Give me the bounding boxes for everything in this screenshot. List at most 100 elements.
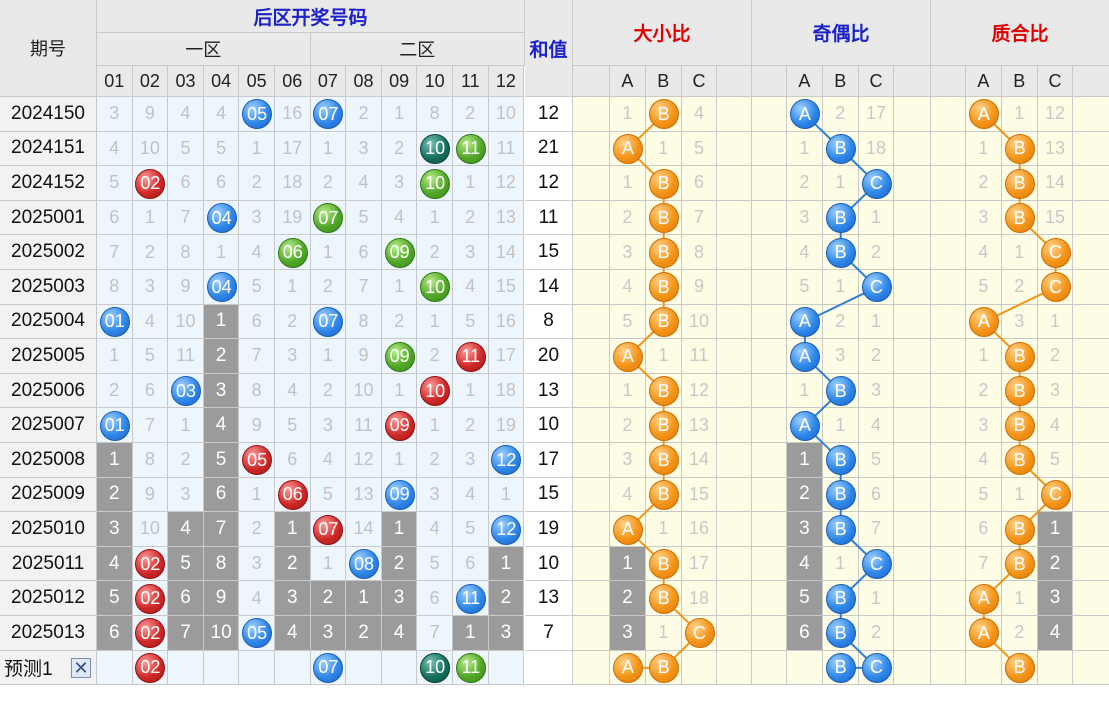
size-ratio-ball: B [648, 99, 679, 130]
number-cell: 14 [488, 235, 525, 270]
parity-filler-cell [894, 581, 931, 616]
prime-filler-cell [1073, 270, 1109, 305]
parity-value-cell: 3 [858, 373, 895, 409]
parity-ratio-ball: A [789, 306, 820, 337]
prime-gap-cell [931, 477, 966, 513]
size-prediction-cell [681, 650, 718, 686]
drawn-number-ball: 04 [206, 272, 237, 303]
number-column-header: 02 [132, 66, 169, 97]
parity-value-cell: 1 [822, 546, 859, 582]
parity-filler-cell [894, 373, 931, 409]
size-value-cell: 15 [681, 477, 718, 513]
number-cell: 5 [346, 200, 382, 236]
prime-ratio-ball: B [1004, 652, 1035, 683]
number-cell: 1 [417, 200, 453, 236]
prediction-number-cell [168, 650, 204, 686]
number-cell: 10 [132, 512, 169, 547]
sum-cell: 15 [525, 235, 573, 270]
number-column-header: 11 [453, 66, 489, 97]
size-value-cell: 1 [610, 97, 646, 132]
parity-value-cell: 1 [822, 270, 859, 305]
size-value-cell: 1 [645, 512, 682, 547]
prime-value-cell: 2 [1037, 546, 1074, 582]
parity-value-cell: 2 [822, 304, 859, 340]
size-ratio-ball: A [612, 133, 643, 164]
parity-value-cell: 1 [858, 200, 895, 236]
parity-ratio-header: 奇偶比 [752, 0, 931, 66]
prediction-number-cell [488, 650, 525, 686]
prime-gap-cell [931, 200, 966, 236]
size-gap-cell [573, 200, 610, 236]
prime-value-cell: 1 [1037, 512, 1074, 547]
prime-filler-cell [1073, 373, 1109, 409]
close-icon[interactable]: ✕ [71, 657, 91, 678]
number-cell: 7 [346, 270, 382, 305]
parity-gap-cell [752, 200, 787, 236]
prime-filler-cell [1073, 512, 1109, 547]
size-value-cell: 10 [681, 304, 718, 340]
size-filler-cell [717, 512, 752, 547]
number-cell: 1 [97, 339, 133, 374]
size-filler-cell [717, 97, 752, 132]
size-filler-cell [717, 270, 752, 305]
lottery-trend-chart: 期号 后区开奖号码 一区 二区 01 02 03 04 05 06 07 08 09 10 11 12 和值 大小… [0, 0, 1109, 720]
size-value-cell: 9 [681, 270, 718, 305]
number-cell: 10 [346, 373, 382, 409]
parity-value-cell: 1 [787, 443, 823, 478]
size-value-cell: 12 [681, 373, 718, 409]
size-ratio-ball: B [648, 410, 679, 441]
number-cell: 2 [346, 616, 382, 651]
number-cell: 4 [275, 616, 311, 651]
number-cell: 4 [203, 408, 240, 443]
number-column-header: 12 [488, 66, 525, 97]
parity-ratio-ball: B [825, 237, 856, 268]
number-cell: 1 [310, 546, 347, 582]
prediction-number-cell [381, 650, 418, 686]
prime-gap-cell [931, 235, 966, 270]
prime-value-cell: 2 [1037, 339, 1074, 374]
prime-abc-header: B [1001, 66, 1038, 97]
size-value-cell: 14 [681, 443, 718, 478]
number-cell: 3 [453, 443, 489, 478]
prime-gap-cell [931, 408, 966, 443]
size-filler-cell [717, 443, 752, 478]
number-cell: 3 [310, 616, 347, 651]
sum-cell: 10 [525, 546, 573, 582]
parity-filler-cell [894, 546, 931, 582]
number-cell: 2 [453, 200, 489, 236]
number-cell: 4 [310, 443, 347, 478]
prime-value-cell: 6 [966, 512, 1002, 547]
parity-gap-cell [752, 339, 787, 374]
parity-filler-cell [894, 270, 931, 305]
drawn-number-ball: 11 [455, 341, 486, 372]
parity-value-cell: 1 [822, 166, 859, 201]
prime-value-cell: 3 [966, 408, 1002, 443]
size-gap-cell [573, 616, 610, 651]
size-filler-cell [717, 477, 752, 513]
parity-value-cell: 5 [787, 581, 823, 616]
prime-value-cell: 1 [1001, 235, 1038, 270]
prime-filler-cell [1073, 166, 1109, 201]
parity-abc-header: B [822, 66, 859, 97]
number-column-header: 07 [310, 66, 347, 97]
prime-gap-cell [931, 443, 966, 478]
prediction-number-cell [239, 650, 275, 686]
prime-value-cell: 1 [966, 339, 1002, 374]
number-cell: 9 [346, 339, 382, 374]
prime-filler-cell [1073, 477, 1109, 513]
prime-gap-cell [931, 546, 966, 582]
prime-filler-cell [1073, 408, 1109, 443]
number-cell: 6 [168, 581, 204, 616]
parity-abc-header: C [858, 66, 895, 97]
parity-ratio-ball: B [825, 618, 856, 649]
prime-filler-cell [1073, 97, 1109, 132]
size-ratio-ball: C [684, 618, 715, 649]
number-cell: 1 [381, 270, 418, 305]
parity-value-cell: 6 [787, 616, 823, 651]
parity-value-cell: 17 [858, 97, 895, 132]
size-value-cell: 4 [610, 477, 646, 513]
number-cell: 6 [97, 200, 133, 236]
size-gap-cell [573, 166, 610, 201]
number-cell: 4 [453, 270, 489, 305]
period-cell: 2025002 [0, 235, 97, 270]
